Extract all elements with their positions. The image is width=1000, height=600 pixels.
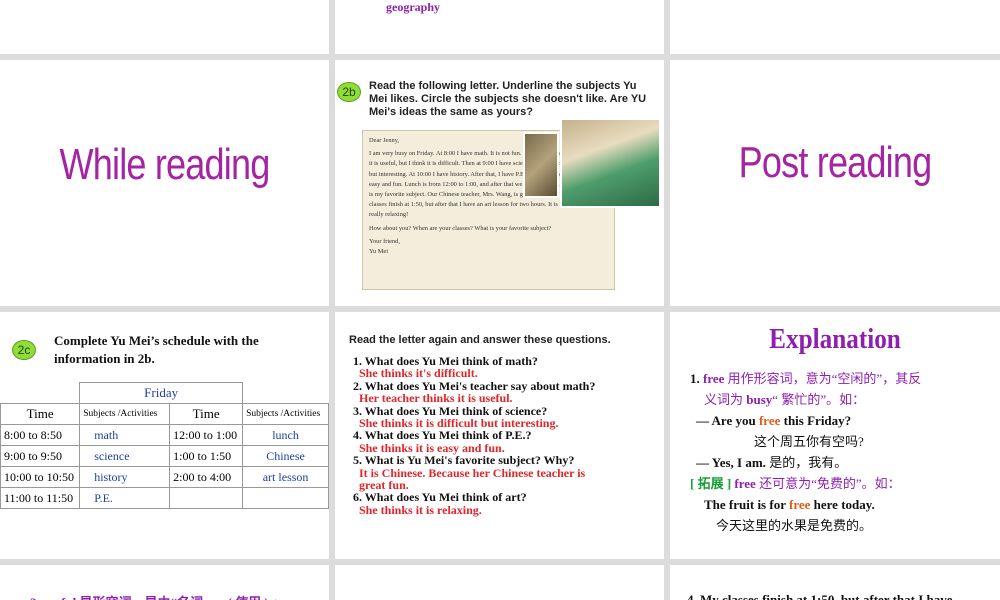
slide-bottom-right: 4. My classes finish at 1:50, but after …: [670, 565, 1000, 600]
slide-schedule-2c[interactable]: 2c Complete Yu Mei’s schedule with the i…: [0, 312, 329, 559]
slide-title: Post reading: [738, 138, 933, 187]
slide-bottom-middle: [335, 565, 664, 600]
question: 4. What does Yu Mei think of P.E.?: [353, 428, 532, 443]
instruction-text: Complete Yu Mei’s schedule with the info…: [54, 333, 259, 366]
header-cell: Subjects /Activities: [242, 403, 329, 425]
photo-sticky-note-image: [523, 132, 559, 198]
slide-questions[interactable]: Read the letter again and answer these q…: [335, 312, 664, 559]
badge-2b: 2b: [337, 82, 361, 102]
slide-title: Explanation: [769, 324, 901, 355]
schedule-table: Friday Time Subjects /Activities Time Su…: [0, 382, 329, 509]
slide-reading-2b[interactable]: 2b Read the following letter. Underline …: [335, 60, 664, 306]
header-cell: Time: [169, 403, 244, 425]
question-list: 1. What does Yu Mei think of math? She t…: [353, 355, 653, 517]
photo-student-image: [560, 118, 661, 208]
letter-signature: Yu Mei: [369, 248, 388, 256]
table-row: 9:00 to 9:50 science 1:00 to 1:50 Chines…: [0, 445, 329, 467]
partial-text: 4. My classes finish at 1:50, but after …: [687, 592, 953, 600]
answer: She thinks it is relaxing.: [359, 502, 482, 517]
slide-top-right: [670, 0, 1000, 54]
slide-title: While reading: [59, 140, 271, 189]
answer: She thinks it's difficult.: [359, 366, 478, 381]
question: 5. What is Yu Mei's favorite subject? Wh…: [353, 453, 575, 468]
partial-text: geography: [386, 0, 440, 14]
badge-2c: 2c: [12, 340, 36, 360]
instruction-text: Read the letter again and answer these q…: [349, 334, 611, 346]
slide-post-reading[interactable]: Post reading: [670, 60, 1000, 306]
header-cell: Subjects /Activities: [79, 403, 171, 425]
slide-top-middle: geography: [335, 0, 664, 54]
letter-question: How about you? When are your classes? Wh…: [369, 224, 552, 232]
slide-bottom-left: 3. useful 是形容词，是由“名词 use ( 使用 ) +: [0, 565, 329, 600]
slide-explanation[interactable]: Explanation 1. free 用作形容词，意为“空闲的”，其反 义词为…: [670, 312, 1000, 559]
table-row: 8:00 to 8:50 math 12:00 to 1:00 lunch: [0, 424, 329, 446]
letter-closing: Your friend,: [369, 237, 400, 245]
partial-text: 3. useful 是形容词，是由“名词 use ( 使用 ) +: [30, 592, 279, 600]
schedule-day: Friday: [79, 382, 244, 404]
answer: Her teacher thinks it is useful.: [359, 391, 513, 406]
header-cell: Time: [0, 403, 81, 425]
table-row: 11:00 to 11:50 P.E.: [0, 487, 329, 509]
slide-while-reading[interactable]: While reading: [0, 60, 329, 306]
instruction-text: Read the following letter. Underline the…: [369, 80, 647, 118]
slide-top-left: [0, 0, 329, 54]
answer: It is Chinese. Because her Chinese teach…: [359, 465, 586, 493]
question: 6. What does Yu Mei think of art?: [353, 490, 527, 505]
table-row: 10:00 to 10:50 history 2:00 to 4:00 art …: [0, 466, 329, 488]
explanation-body: 1. free 用作形容词，意为“空闲的”，其反 义词为 busy“ 繁忙的”。…: [690, 371, 922, 533]
